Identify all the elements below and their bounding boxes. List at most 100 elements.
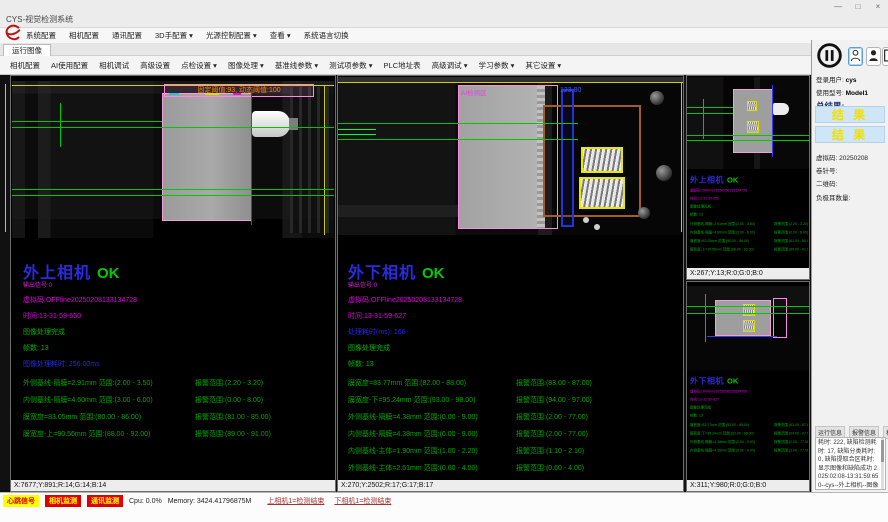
measurement-row: 膜宽度-下=95.24mm 范围:(93.00 - 98.00)报警范围:(94… <box>348 395 682 412</box>
tab-detect-box <box>579 177 625 209</box>
toolbar: 相机配置 AI使用配置 相机调试 高级设置 点检设置 ▾ 图像处理 ▾ 基准线参… <box>0 56 811 75</box>
login-user-row: 登录用户: cys <box>816 74 856 84</box>
measurement-value: 内侧基线-隔膜=4.60mm 范围:(3.00 - 6.00) <box>23 397 153 404</box>
measure-line-vertical <box>772 85 773 157</box>
logout-button[interactable] <box>882 47 888 66</box>
menu-camera-config[interactable]: 相机配置 <box>69 30 99 41</box>
measurement-row: 外侧基线-隔膜=4.38mm 范围:(0.00 - 9.00)报警范围:(2.0… <box>690 440 808 449</box>
alarm-range: 报警范围:(2.00 - 77.00) <box>774 448 808 453</box>
mini-view-outer-lower: 外下相机OK 虚拟码:OFFline20250208133134728 时间:1… <box>686 281 810 492</box>
menu-view[interactable]: 查看 ▾ <box>270 30 291 41</box>
processing-done: 图像处理完成 <box>348 343 682 353</box>
roi-box-pink <box>773 298 787 338</box>
mini-lower-image-viewport[interactable] <box>687 286 809 370</box>
tool-spot-check[interactable]: 点检设置 ▾ <box>181 60 217 71</box>
model-label: 使用型号: <box>816 90 844 97</box>
capture-time: 时间:13-31-59-627 <box>348 311 682 321</box>
log-scrollbar[interactable] <box>881 438 884 489</box>
tool-plc-address-table[interactable]: PLC地址表 <box>384 60 421 71</box>
pixel-coordinate-bar: X:7677;Y:891;R:14;G:14;B:14 <box>11 480 335 491</box>
measurement-row: 内侧基线-隔膜=4.60mm 范围:(3.00 - 6.00) 报警范围:(0.0… <box>23 395 333 412</box>
baseline-overlay <box>705 294 706 342</box>
alarm-range: 报警范围:(94.00 - 97.00) <box>774 431 808 436</box>
tool-advanced-settings[interactable]: 高级设置 <box>140 60 170 71</box>
measurement-value: 内侧基线-主体=1.90mm 范围:(1.00 - 2.20) <box>348 448 478 455</box>
measurement-list: 膜宽度=83.77mm 范围:(82.00 - 88.00)报警范围:(83.0… <box>348 378 682 480</box>
measurement-list: 外侧基线-隔膜=2.91mm 范围:(2.00 - 3.50)报警范围:(2.2… <box>23 378 333 446</box>
close-button[interactable]: × <box>872 2 884 11</box>
baseline-overlay <box>703 99 704 139</box>
virtual-barcode: 虚拟码:OFFline20250208133134728 <box>690 188 808 193</box>
frame-count: 帧数: 13 <box>690 212 808 217</box>
needle-number-label: 卷针号: <box>816 165 837 175</box>
virtual-barcode: 虚拟码:OFFline20250208133134728 <box>23 295 333 305</box>
measurement-value: 膜宽度=83.05mm 范围:(80.00 - 86.00) <box>690 240 749 244</box>
tool-image-processing[interactable]: 图像处理 ▾ <box>228 60 264 71</box>
measurement-value: 外侧基线-隔膜=4.38mm 范围:(0.00 - 9.00) <box>690 441 755 445</box>
menu-comm-config[interactable]: 通讯配置 <box>112 30 142 41</box>
measurement-row: 外侧基线-隔膜=2.91mm 范围:(2.00 - 3.50)报警范围:(2.2… <box>23 378 333 395</box>
measure-value-label: 123.80 <box>560 87 581 94</box>
mini-upper-image-viewport[interactable] <box>687 77 809 169</box>
upper-camera-status: 上相机1=检测结束 <box>267 496 324 506</box>
alarm-range: 报警范围:(89.00 - 91.00) <box>195 429 271 439</box>
camera-monitor-badge: 相机监测 <box>45 495 81 507</box>
measure-line-vertical <box>251 89 252 225</box>
outer-lower-image-viewport[interactable]: AI检测区 123.80 <box>338 77 683 235</box>
processing-elapsed: 图像处理耗时: 256.00ms <box>23 359 333 369</box>
status-bar: 心跳信号 相机监测 通讯监测 Cpu: 0.0% Memory: 3424.41… <box>0 492 888 522</box>
user-manage-button[interactable] <box>866 47 881 66</box>
tool-test-item-params[interactable]: 测试项参数 ▾ <box>329 60 372 71</box>
outer-upper-image-viewport[interactable]: 固定阈值:93, 动态阈值:100 <box>12 81 334 238</box>
alarm-range: 报警范围:(83.00 - 87.00) <box>774 423 808 428</box>
connector-stub <box>289 118 298 130</box>
measurement-row: 外侧基线-隔膜=2.91mm 范围:(2.00 - 3.50)报警范围:(2.2… <box>690 222 808 231</box>
measurement-row: 膜宽度=83.77mm 范围:(82.00 - 88.00)报警范围:(83.0… <box>348 378 682 395</box>
tool-baseline-params[interactable]: 基准线参数 ▾ <box>275 60 318 71</box>
menu-language-switch[interactable]: 系统语言切换 <box>304 30 349 41</box>
baseline-overlay <box>338 139 578 140</box>
tab-strip: 运行图像 <box>0 43 811 56</box>
qr-code-label: 二维码: <box>816 178 837 188</box>
baseline-overlay <box>338 129 376 130</box>
ruler-line <box>338 82 683 83</box>
login-user-label: 登录用户: <box>816 77 844 84</box>
processing-done: 图像处理完成 <box>23 327 333 337</box>
tool-ai-usage-config[interactable]: AI使用配置 <box>51 60 88 71</box>
measurement-value: 内侧基线-隔膜=4.38mm 范围:(0.00 - 9.00) <box>348 431 478 438</box>
pixel-coordinate-bar: X:311;Y:980;R:0;G:0;B:0 <box>687 480 809 491</box>
measurement-row: 外侧基线-主体=2.61mm 范围:(0.60 - 4.00)报警范围:(0.6… <box>348 463 682 480</box>
menu-3d-gripper-config[interactable]: 3D手配置 ▾ <box>155 30 193 41</box>
threshold-overlay-label: 固定阈值:93, 动态阈值:100 <box>164 84 314 97</box>
comm-monitor-badge: 通讯监测 <box>87 495 123 507</box>
user-login-button[interactable] <box>848 47 863 66</box>
measurement-value: 膜宽度-上=90.56mm 范围:(88.00 - 92.00) <box>23 431 150 438</box>
tool-camera-debug[interactable]: 相机调试 <box>99 60 129 71</box>
camera-name: 外上相机 <box>690 176 724 185</box>
menubar: 系统配置 相机配置 通讯配置 3D手配置 ▾ 光源控制配置 ▾ 查看 ▾ 系统语… <box>0 28 888 43</box>
menu-light-control-config[interactable]: 光源控制配置 ▾ <box>206 30 257 41</box>
camera-view-outer-upper: 固定阈值:93, 动态阈值:100 外上相机OK 输出信号:0 虚拟码:OFFl… <box>10 75 336 492</box>
tool-camera-config[interactable]: 相机配置 <box>10 60 40 71</box>
tool-learning-params[interactable]: 学习参数 ▾ <box>478 60 514 71</box>
maximize-button[interactable]: □ <box>852 2 864 11</box>
measure-line-horizontal <box>707 336 777 337</box>
baseline-overlay <box>687 140 809 141</box>
virtual-code-value: 20250208 <box>839 155 868 162</box>
alarm-range: 报警范围:(2.20 - 3.20) <box>774 222 808 227</box>
alarm-range: 报警范围:(89.00 - 91.00) <box>774 247 808 252</box>
tool-advanced-debug[interactable]: 高级调试 ▾ <box>432 60 468 71</box>
pause-button[interactable] <box>816 42 843 69</box>
result-box-lower: 结 果 <box>815 126 885 143</box>
log-textbox[interactable]: 耗时: 222, 缺陷检测耗时: 17, 缺陷分类耗时: 0, 缺陷提取合区耗时… <box>815 437 886 490</box>
tool-other-settings[interactable]: 其它设置 ▾ <box>525 60 561 71</box>
result-ok: OK <box>97 265 120 282</box>
virtual-barcode: 虚拟码:OFFline20250208133134728 <box>690 389 808 394</box>
measurement-row: 膜宽度-下=95.24mm 范围:(93.00 - 98.00)报警范围:(94… <box>690 431 808 440</box>
menu-system-config[interactable]: 系统配置 <box>26 30 56 41</box>
alarm-range: 报警范围:(0.00 - 8.00) <box>195 395 263 405</box>
minimize-button[interactable]: — <box>832 2 844 11</box>
tab-run-image[interactable]: 运行图像 <box>3 44 51 56</box>
measurement-row: 膜宽度=83.05mm 范围:(80.00 - 86.00)报警范围:(81.0… <box>23 412 333 429</box>
baseline-overlay <box>687 107 733 108</box>
